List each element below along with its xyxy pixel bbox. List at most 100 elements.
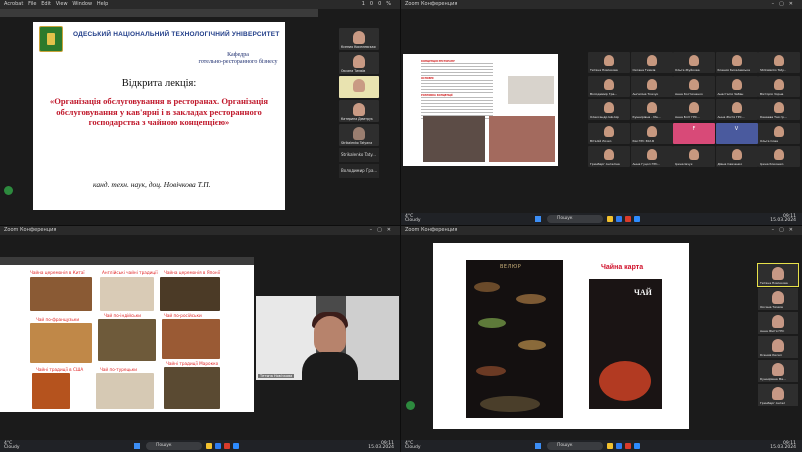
- participant-tile[interactable]: Анастасія Чабан: [715, 75, 758, 97]
- participant-name: Ксения Киселевська: [717, 68, 750, 72]
- participant-name: Канаева Тая гр...: [760, 115, 787, 119]
- participant-tile[interactable]: Оксана Тимків: [630, 52, 673, 73]
- chrome-icon[interactable]: [625, 216, 631, 222]
- zoom-icon[interactable]: [233, 443, 239, 449]
- clock-date: 15.03.2024: [770, 445, 796, 450]
- menu-help[interactable]: Help: [97, 1, 108, 7]
- participant-name: Анна Житя ГРС...: [717, 115, 745, 119]
- weather-widget[interactable]: 4°C Cloudy: [405, 441, 421, 450]
- participant-tile[interactable]: Катерина Дмитрук: [339, 100, 379, 122]
- system-tray[interactable]: 09:11 15.03.2024: [770, 214, 796, 223]
- zoom-icon[interactable]: [634, 443, 640, 449]
- participant-tile[interactable]: Ірина Івчук: [673, 146, 715, 167]
- participant-video: [646, 55, 657, 66]
- participant-tile[interactable]: Оксана Тимків: [339, 52, 379, 74]
- tea-leaves: [516, 294, 546, 304]
- participant-video: [604, 78, 614, 90]
- chrome-icon[interactable]: [625, 443, 631, 449]
- participant-initial: V: [734, 125, 739, 132]
- windows-start-icon[interactable]: [535, 216, 541, 222]
- participant-tile[interactable]: Тетяна Новічкова: [588, 52, 630, 73]
- menu-page-right: [589, 279, 662, 409]
- folder-icon[interactable]: [206, 443, 212, 449]
- folder-icon[interactable]: [607, 216, 613, 222]
- tea-photo: [98, 319, 156, 361]
- caption: Чайні традиції Марокко: [166, 361, 219, 366]
- participant-tile[interactable]: Кушнірівна Ма...: [758, 360, 798, 382]
- participant-tile[interactable]: Анна Житя ГРС: [758, 312, 798, 334]
- lecture-label: Відкрита лекція:: [121, 78, 197, 89]
- participant-tile[interactable]: Strikalenko Taty...: [758, 52, 800, 73]
- participant-tile[interactable]: Анна Гуцол ГРС...: [630, 146, 673, 167]
- weather-widget[interactable]: 4°C Cloudy: [4, 441, 20, 450]
- participant-tile[interactable]: Ксения Киселевська: [715, 52, 758, 73]
- participant-tile[interactable]: Анна Костюченко: [673, 75, 715, 97]
- speaker-video[interactable]: Тетяна Новічкова: [256, 296, 399, 380]
- participant-tile[interactable]: V: [715, 122, 758, 144]
- tea-leaves: [476, 366, 506, 376]
- participant-tile[interactable]: Ольга Сова: [758, 122, 800, 144]
- taskbar: 4°C Cloudy Пошук 09:11 15.03.2024: [401, 440, 802, 452]
- weather-widget[interactable]: 4°C Cloudy: [405, 214, 421, 223]
- participant-tile[interactable]: Гринберг Ангеліна: [588, 146, 630, 167]
- folder-icon[interactable]: [607, 443, 613, 449]
- participant-tile[interactable]: Кушнірівна - Ма...: [630, 99, 673, 120]
- zoom-icon[interactable]: [634, 216, 640, 222]
- chrome-icon[interactable]: [224, 443, 230, 449]
- window-controls[interactable]: –▢✕: [370, 226, 396, 235]
- menu-file[interactable]: File: [28, 1, 36, 7]
- participant-tile[interactable]: Олександр Шкляр: [588, 99, 630, 120]
- participant-video: [774, 125, 784, 137]
- menu-acrobat[interactable]: Acrobat: [4, 1, 23, 7]
- participant-video: [604, 55, 614, 66]
- lecture-topic: «Організація обслуговування в ресторанах…: [49, 96, 269, 127]
- participant-tile[interactable]: Ірина Кокошко: [758, 146, 800, 167]
- participant-tile[interactable]: Ксения Киселевская: [339, 28, 379, 50]
- menu-page-left: [466, 260, 563, 418]
- participant-name: Гринберг Ангел: [760, 401, 786, 405]
- text-lines: [421, 80, 493, 94]
- participant-tile[interactable]: Гринберг Ангел: [758, 384, 798, 406]
- taskbar-search[interactable]: Пошук: [547, 442, 603, 450]
- participant-tile[interactable]: Кім ГРС 302-Б: [630, 122, 673, 144]
- participant-tile[interactable]: Анна Житя ГРС...: [715, 99, 758, 120]
- participant-video: [353, 55, 365, 68]
- participant-tile[interactable]: F: [673, 122, 715, 144]
- system-tray[interactable]: 09:11 15.03.2024: [368, 441, 394, 450]
- share-status-icon[interactable]: [406, 401, 415, 410]
- participant-tile[interactable]: [339, 76, 379, 98]
- taskbar-search[interactable]: Пошук: [547, 215, 603, 223]
- participant-tile[interactable]: Канаева Тая гр...: [758, 99, 800, 120]
- edge-icon[interactable]: [215, 443, 221, 449]
- participant-tile[interactable]: Ольга Жуйкова: [673, 52, 715, 73]
- participant-name-tile[interactable]: Володимир Гра...: [339, 164, 379, 178]
- participant-tile[interactable]: Діана Савченко: [715, 146, 758, 167]
- menu-edit[interactable]: Edit: [41, 1, 51, 7]
- participant-tile[interactable]: Ксения Кисел: [758, 336, 798, 358]
- participant-name: Анна Житя ГРС: [760, 329, 785, 333]
- participant-tile[interactable]: Strikalenko Tatyana: [339, 124, 379, 146]
- edge-icon[interactable]: [616, 216, 622, 222]
- windows-start-icon[interactable]: [134, 443, 140, 449]
- participant-tile[interactable]: Віталій Лозко: [588, 122, 630, 144]
- system-tray[interactable]: 09:11 15.03.2024: [770, 441, 796, 450]
- participant-video: [353, 79, 365, 92]
- window-controls[interactable]: –▢✕: [772, 0, 798, 9]
- participant-tile[interactable]: Ангеліна Ткачук: [630, 75, 673, 97]
- menu-view[interactable]: View: [56, 1, 68, 7]
- window-controls[interactable]: –▢✕: [772, 226, 798, 235]
- participant-tile[interactable]: Володимир Гра...: [588, 75, 630, 97]
- tea-photo: [32, 373, 70, 409]
- participant-name: Оксана Тимків: [341, 69, 366, 73]
- windows-start-icon[interactable]: [535, 443, 541, 449]
- participant-tile[interactable]: Тетяна Новічкова: [757, 263, 799, 287]
- share-status-icon[interactable]: [4, 186, 13, 195]
- participant-tile[interactable]: Оксана Тимків: [758, 288, 798, 310]
- participant-tile[interactable]: Анна Бліт ГРС...: [673, 99, 715, 120]
- taskbar-search[interactable]: Пошук: [146, 442, 202, 450]
- participant-name-tile[interactable]: Strikalenko Taty...: [339, 148, 379, 162]
- participant-video: [646, 78, 657, 90]
- menu-window[interactable]: Window: [72, 1, 92, 7]
- participant-tile[interactable]: Вікторія Чорна: [758, 75, 800, 97]
- edge-icon[interactable]: [616, 443, 622, 449]
